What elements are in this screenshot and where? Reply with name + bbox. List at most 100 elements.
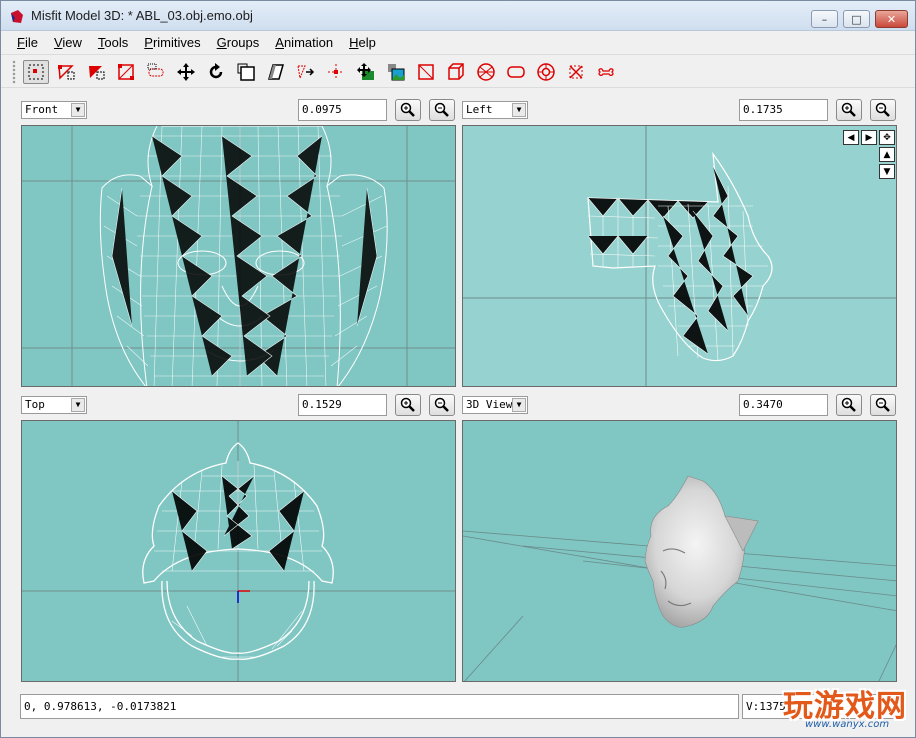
move-icon[interactable] (173, 60, 199, 84)
zoom-out-icon (434, 102, 449, 117)
viewport-top-zoom-input[interactable]: 0.1529 (298, 394, 387, 416)
title-bar[interactable]: Misfit Model 3D: * ABL_03.obj.emo.obj – … (1, 1, 915, 31)
add-vertex-icon[interactable] (353, 60, 379, 84)
viewport-left-canvas[interactable]: ◀ ▶ ✥ ▲ ▼ (462, 125, 897, 387)
zoom-in-icon (841, 102, 856, 117)
shear-icon[interactable] (263, 60, 289, 84)
arrow-right-icon: ▶ (865, 132, 873, 143)
viewport-3d-zoom-out-button[interactable] (870, 394, 896, 416)
torus-icon[interactable] (533, 60, 559, 84)
viewport-top-view-label: Top (25, 398, 45, 411)
toolbar (1, 54, 915, 88)
pan-right-button[interactable]: ▶ (861, 130, 877, 145)
maximize-button[interactable]: □ (843, 10, 870, 28)
select-groups-icon[interactable] (113, 60, 139, 84)
window-title: Misfit Model 3D: * ABL_03.obj.emo.obj (31, 8, 253, 23)
chevron-down-icon: ▼ (512, 103, 526, 117)
joint-icon[interactable] (593, 60, 619, 84)
rotate-icon[interactable] (203, 60, 229, 84)
zoom-out-icon (875, 397, 890, 412)
zoom-in-icon (841, 397, 856, 412)
viewport-top-view-select[interactable]: Top ▼ (21, 396, 87, 414)
viewport-front-canvas[interactable] (21, 125, 456, 387)
menu-groups[interactable]: Groups (209, 35, 268, 50)
menu-animation-accel: A (275, 34, 284, 50)
menu-primitives[interactable]: Primitives (136, 35, 208, 50)
viewport-front-view-label: Front (25, 103, 59, 116)
watermark-url: www.wanyx.com (805, 719, 890, 730)
app-window: Misfit Model 3D: * ABL_03.obj.emo.obj – … (0, 0, 916, 738)
select-bones-icon[interactable] (143, 60, 169, 84)
arrow-up-icon: ▲ (883, 149, 891, 160)
viewport-3d-zoom-input[interactable]: 0.3470 (739, 394, 828, 416)
cylinder-icon[interactable] (503, 60, 529, 84)
chevron-down-icon: ▼ (512, 398, 526, 412)
viewport-left-zoom-input[interactable]: 0.1735 (739, 99, 828, 121)
menu-file-label: ile (24, 34, 38, 50)
coordinates-readout: 0, 0.978613, -0.0173821 (20, 694, 739, 719)
menu-help-label: elp (358, 34, 376, 50)
menu-animation-label: nimation (283, 34, 334, 50)
viewport-left-zoom-out-button[interactable] (870, 99, 896, 121)
menu-animation[interactable]: Animation (267, 35, 341, 50)
arrow-down-icon: ▼ (883, 166, 891, 177)
toolbar-grip[interactable] (12, 60, 16, 84)
viewport-front-zoom-input[interactable]: 0.0975 (298, 99, 387, 121)
cube-icon[interactable] (443, 60, 469, 84)
select-connected-icon[interactable] (83, 60, 109, 84)
menu-view[interactable]: View (46, 35, 90, 50)
scale-icon[interactable] (233, 60, 259, 84)
close-icon: ✕ (886, 12, 897, 26)
select-faces-icon[interactable] (53, 60, 79, 84)
pan-down-button[interactable]: ▼ (879, 164, 895, 179)
select-vertices-icon[interactable] (23, 60, 49, 84)
viewport-top-canvas[interactable] (21, 420, 456, 682)
top-wireframe-head (22, 421, 455, 681)
site-watermark-logo: 玩游戏网 www.wanyx.com (769, 679, 909, 735)
viewport-top-zoom-in-button[interactable] (395, 394, 421, 416)
menu-help[interactable]: Help (341, 35, 384, 50)
rectangle-icon[interactable] (413, 60, 439, 84)
menu-file[interactable]: File (9, 35, 46, 50)
pan-all-button[interactable]: ✥ (879, 130, 895, 145)
left-wireframe-head (463, 126, 896, 386)
3d-shaded-head (463, 475, 896, 681)
maximize-icon: □ (851, 12, 862, 26)
attach-icon[interactable] (323, 60, 349, 84)
viewport-front-zoom-out-button[interactable] (429, 99, 455, 121)
viewport-front-zoom-in-button[interactable] (395, 99, 421, 121)
menu-primitives-accel: P (144, 34, 153, 50)
texture-icon[interactable] (383, 60, 409, 84)
viewport-left-view-label: Left (466, 103, 493, 116)
ellipsoid-icon[interactable] (473, 60, 499, 84)
menu-groups-label: roups (226, 34, 260, 50)
arrow-left-icon: ◀ (847, 132, 855, 143)
viewport-3d-zoom-in-button[interactable] (836, 394, 862, 416)
menu-tools[interactable]: Tools (90, 35, 136, 50)
polygon-icon[interactable] (563, 60, 589, 84)
viewport-3d-canvas[interactable] (462, 420, 897, 682)
menu-file-accel: F (17, 34, 25, 50)
pan-up-button[interactable]: ▲ (879, 147, 895, 162)
minimize-icon: – (821, 12, 828, 26)
front-wireframe-head (22, 126, 455, 386)
viewport-front-view-select[interactable]: Front ▼ (21, 101, 87, 119)
zoom-in-icon (400, 397, 415, 412)
menu-groups-accel: G (216, 34, 227, 50)
extrude-icon[interactable] (293, 60, 319, 84)
close-button[interactable]: ✕ (875, 10, 908, 28)
menu-primitives-label: rimitives (152, 34, 201, 50)
viewport-left-view-select[interactable]: Left ▼ (462, 101, 528, 119)
menu-tools-label: ools (104, 34, 129, 50)
viewport-3d-view-label: 3D View (466, 398, 513, 411)
minimize-button[interactable]: – (811, 10, 838, 28)
chevron-down-icon: ▼ (71, 398, 85, 412)
chevron-down-icon: ▼ (71, 103, 85, 117)
pan-left-button[interactable]: ◀ (843, 130, 859, 145)
menu-view-label: iew (62, 34, 82, 50)
zoom-out-icon (434, 397, 449, 412)
viewport-top-zoom-out-button[interactable] (429, 394, 455, 416)
zoom-out-icon (875, 102, 890, 117)
viewport-3d-view-select[interactable]: 3D View ▼ (462, 396, 528, 414)
viewport-left-zoom-in-button[interactable] (836, 99, 862, 121)
